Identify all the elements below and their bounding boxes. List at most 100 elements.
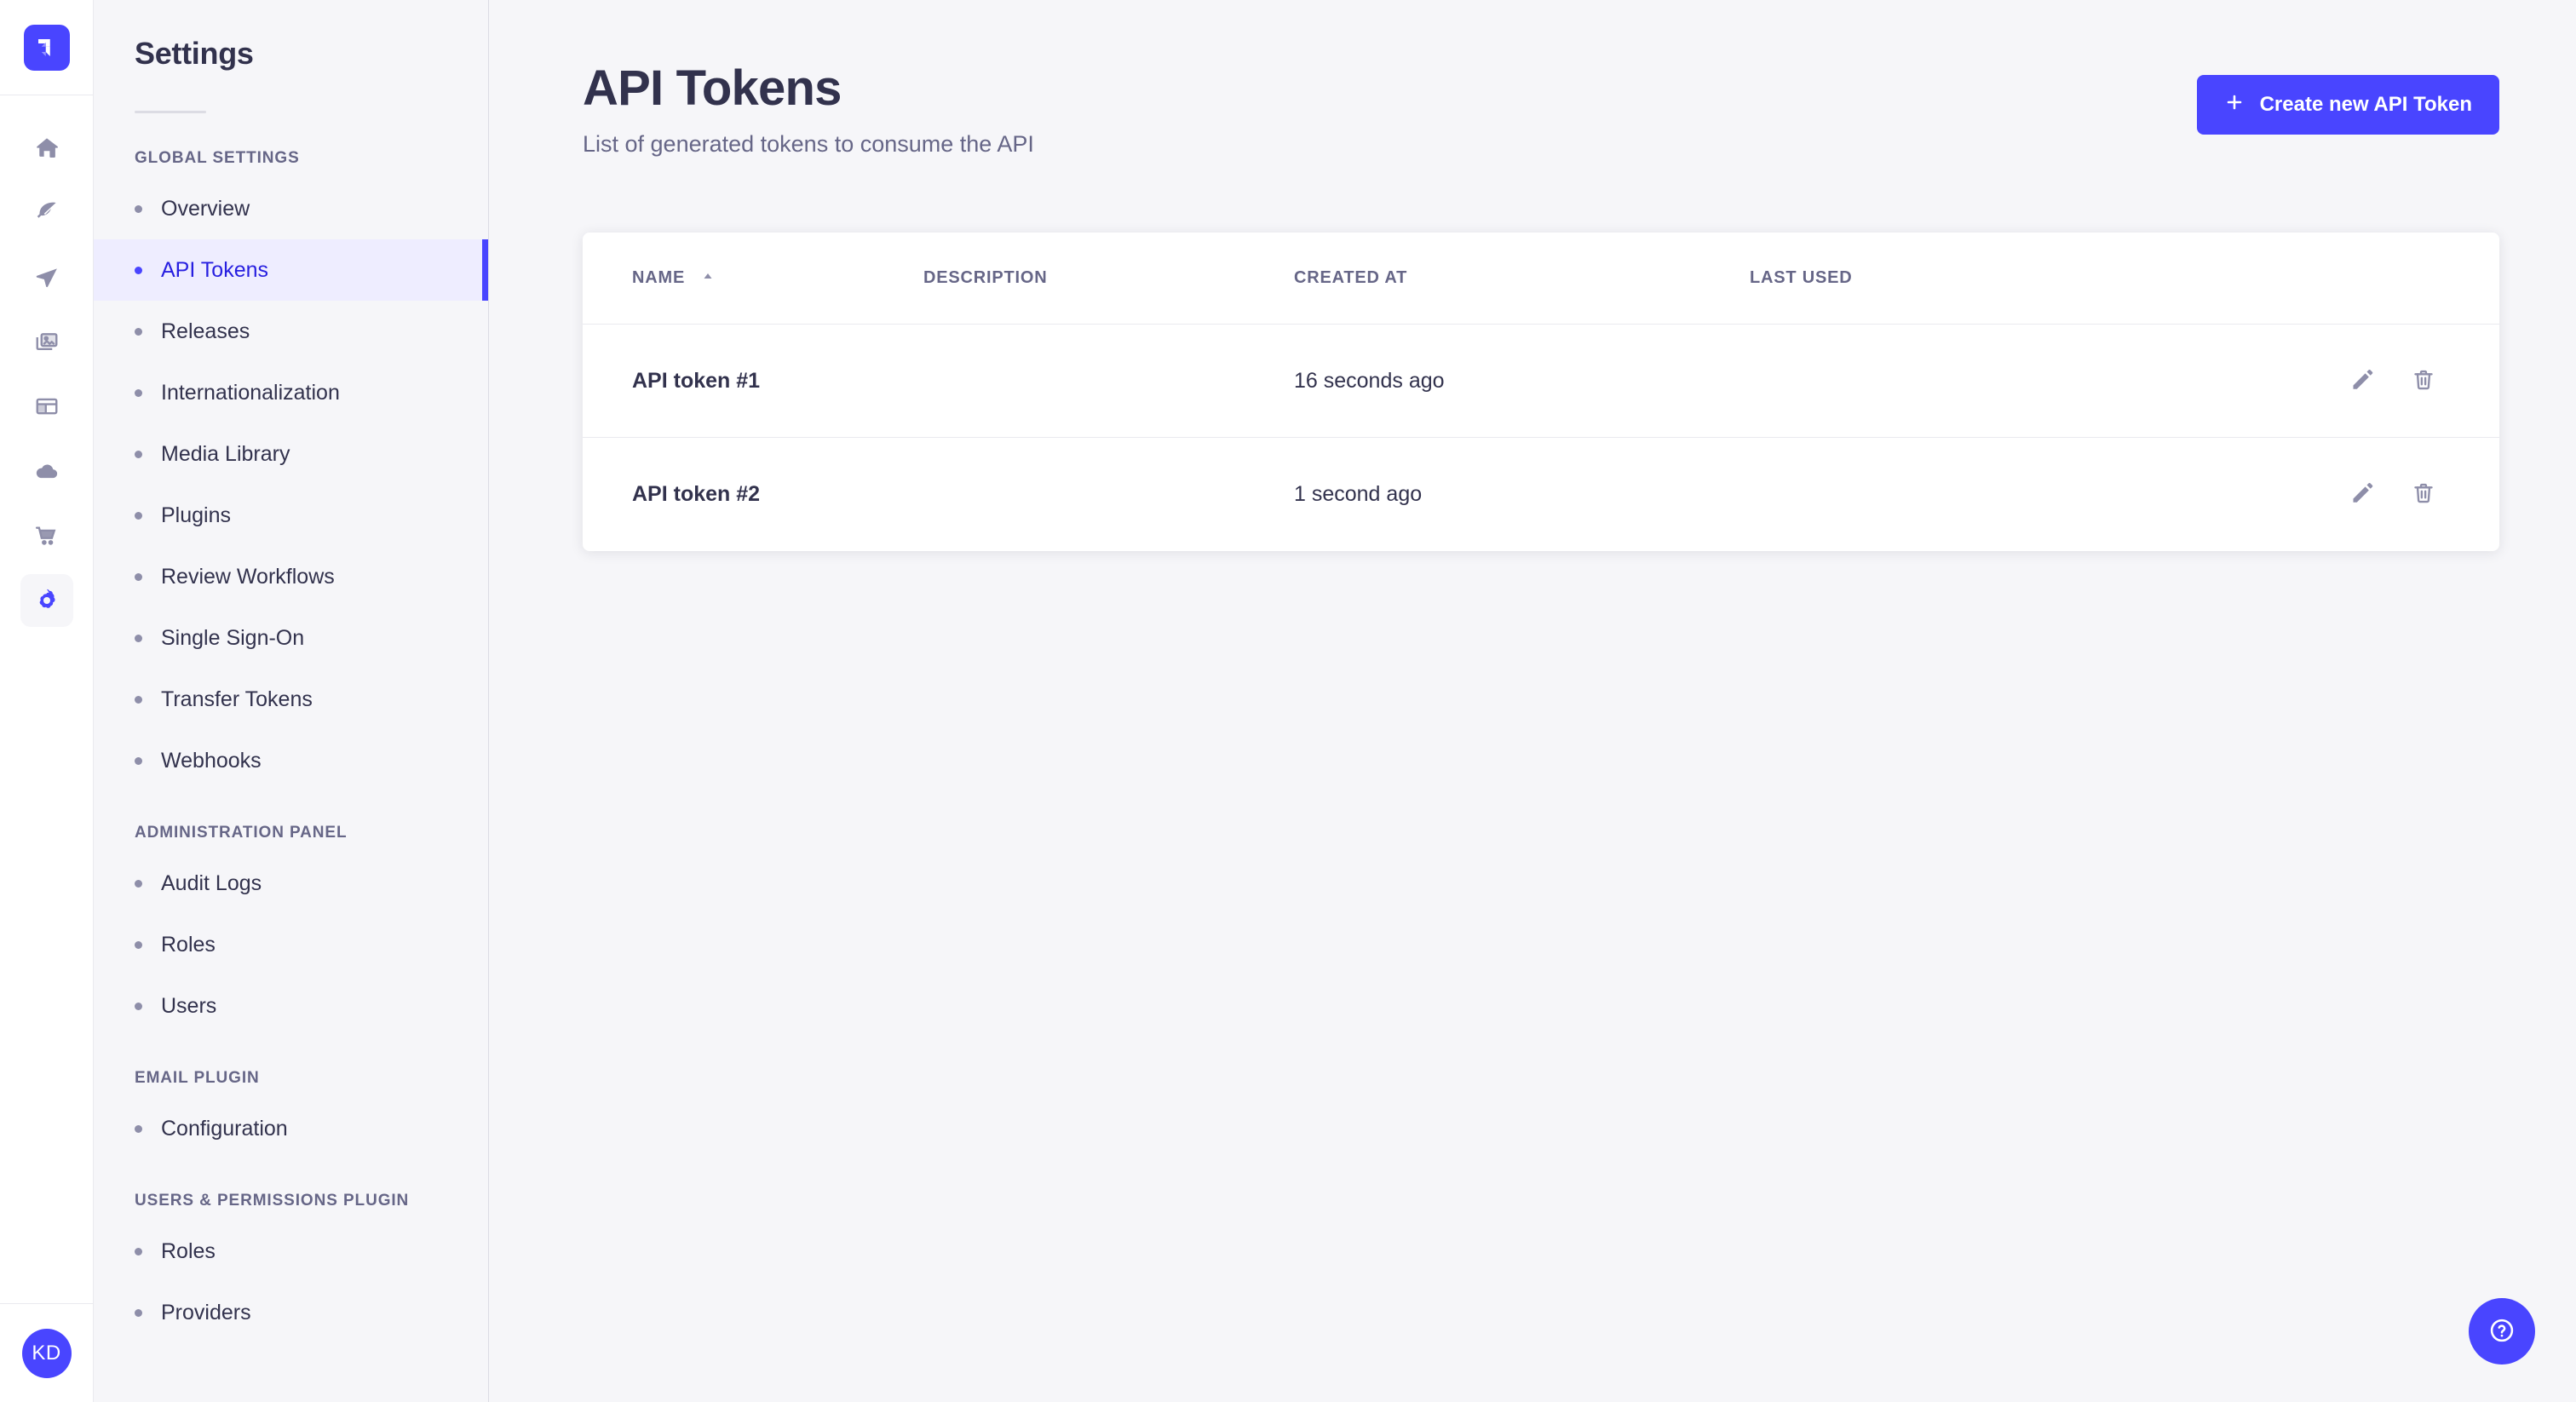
table-row[interactable]: API token #2 1 second ago [583, 438, 2499, 551]
rail-item-content-type-builder[interactable] [20, 250, 73, 303]
strapi-logo-icon [23, 24, 70, 71]
cell-token-last-used [1750, 325, 2218, 438]
page-header: API Tokens List of generated tokens to c… [489, 0, 2576, 158]
bullet-icon [135, 879, 142, 888]
sidebar-item-roles[interactable]: Roles [94, 1221, 488, 1282]
images-icon [34, 329, 60, 354]
delete-token-button[interactable] [2411, 480, 2436, 509]
bullet-icon [135, 634, 142, 642]
cell-row-actions [2218, 438, 2499, 551]
sidebar-item-audit-logs[interactable]: Audit Logs [94, 853, 488, 914]
sidebar-item-releases[interactable]: Releases [94, 301, 488, 362]
sidebar-item-plugins[interactable]: Plugins [94, 485, 488, 546]
question-circle-icon [2487, 1316, 2516, 1347]
cell-token-last-used [1750, 438, 2218, 551]
rail-item-home[interactable] [20, 121, 73, 174]
api-tokens-table: NAME DESCRIPTION CREATED AT LAST USED AP… [583, 233, 2499, 551]
rail-item-list [20, 121, 73, 627]
bullet-icon [135, 940, 142, 949]
sidebar-item-single-sign-on[interactable]: Single Sign-On [94, 607, 488, 669]
rail-item-marketplace[interactable] [20, 509, 73, 562]
column-header-description[interactable]: DESCRIPTION [923, 233, 1294, 325]
cell-token-description [923, 325, 1294, 438]
layout-icon [34, 394, 60, 419]
bullet-icon [135, 450, 142, 458]
sidebar-section-title: ADMINISTRATION PANEL [135, 824, 348, 842]
rail-item-settings[interactable] [20, 574, 73, 627]
sidebar-section: USERS & PERMISSIONS PLUGIN Roles Providers [94, 1192, 488, 1343]
paper-plane-icon [34, 264, 60, 290]
logo-container[interactable] [0, 0, 93, 95]
help-button[interactable] [2469, 1298, 2535, 1365]
table-body: API token #1 16 seconds ago API token #2 1 … [583, 325, 2499, 551]
cell-token-name: API token #1 [632, 368, 761, 393]
cell-token-name: API token #2 [632, 482, 761, 507]
bullet-icon [135, 1124, 142, 1133]
sidebar-sections: GLOBAL SETTINGS Overview API Tokens Release… [94, 149, 488, 1343]
sidebar-item-providers[interactable]: Providers [94, 1282, 488, 1343]
sidebar-item-label: Media Library [161, 441, 290, 466]
create-new-api-token-button[interactable]: Create new API Token [2196, 75, 2499, 135]
bullet-icon [135, 695, 142, 704]
sort-ascending-icon[interactable] [700, 268, 716, 289]
column-header-created-at[interactable]: CREATED AT [1294, 233, 1750, 325]
rail-item-cloud[interactable] [20, 445, 73, 497]
sidebar-item-label: Providers [161, 1300, 251, 1324]
cloud-icon [34, 458, 60, 484]
table-row[interactable]: API token #1 16 seconds ago [583, 325, 2499, 438]
cell-row-actions [2218, 325, 2499, 438]
sidebar-item-roles[interactable]: Roles [94, 914, 488, 975]
sidebar-item-configuration[interactable]: Configuration [94, 1098, 488, 1159]
rail-item-media-library[interactable] [20, 315, 73, 368]
bullet-icon [135, 1002, 142, 1010]
sidebar-item-webhooks[interactable]: Webhooks [94, 730, 488, 791]
sidebar-item-label: Internationalization [161, 380, 340, 405]
sidebar-item-review-workflows[interactable]: Review Workflows [94, 546, 488, 607]
rail-item-content-manager[interactable] [20, 186, 73, 238]
page-header-text: API Tokens List of generated tokens to c… [583, 61, 1034, 158]
table-head: NAME DESCRIPTION CREATED AT LAST USED [583, 233, 2499, 325]
rail-item-pages[interactable] [20, 380, 73, 433]
home-icon [34, 135, 60, 160]
column-header-description-label: DESCRIPTION [923, 268, 1048, 288]
cell-token-created-at: 16 seconds ago [1294, 368, 1445, 393]
row-actions [2218, 480, 2499, 509]
sidebar-item-label: Roles [161, 932, 216, 957]
sidebar-item-label: Roles [161, 1238, 216, 1263]
avatar-container[interactable]: KD [0, 1303, 93, 1402]
bullet-icon [135, 204, 142, 213]
delete-token-button[interactable] [2411, 367, 2436, 395]
sidebar-item-media-library[interactable]: Media Library [94, 423, 488, 485]
sidebar-item-label: Webhooks [161, 748, 262, 773]
feather-icon [34, 199, 60, 225]
column-header-name-label: NAME [632, 268, 686, 288]
sidebar-item-users[interactable]: Users [94, 975, 488, 1037]
app-root: KD Settings GLOBAL SETTINGS Overview API T… [0, 0, 2576, 1402]
plus-icon [2224, 92, 2245, 118]
bullet-icon [135, 388, 142, 397]
sidebar-item-label: Overview [161, 196, 250, 221]
bullet-icon [135, 572, 142, 581]
edit-token-button[interactable] [2349, 367, 2375, 395]
create-button-label: Create new API Token [2259, 93, 2472, 116]
cell-token-created-at: 1 second ago [1294, 482, 1423, 507]
sidebar-item-overview[interactable]: Overview [94, 178, 488, 239]
cell-token-description [923, 438, 1294, 551]
sidebar-item-transfer-tokens[interactable]: Transfer Tokens [94, 669, 488, 730]
sidebar-item-label: Users [161, 993, 217, 1018]
bullet-icon [135, 327, 142, 336]
column-header-name[interactable]: NAME [583, 233, 923, 325]
sidebar-item-api-tokens[interactable]: API Tokens [94, 239, 488, 301]
edit-token-button[interactable] [2349, 480, 2375, 509]
sidebar-title: Settings [135, 36, 254, 71]
sidebar-divider [135, 111, 206, 113]
sidebar-item-label: Review Workflows [161, 564, 335, 589]
pencil-icon [2349, 480, 2375, 509]
sidebar-section: EMAIL PLUGIN Configuration [94, 1069, 488, 1159]
column-header-last-used[interactable]: LAST USED [1750, 233, 2218, 325]
api-tokens-table-card: NAME DESCRIPTION CREATED AT LAST USED AP… [583, 232, 2499, 551]
main-navigation-rail: KD [0, 0, 94, 1402]
table-header-row: NAME DESCRIPTION CREATED AT LAST USED [583, 233, 2499, 325]
sidebar-item-internationalization[interactable]: Internationalization [94, 362, 488, 423]
page-subtitle: List of generated tokens to consume the … [583, 130, 1034, 157]
